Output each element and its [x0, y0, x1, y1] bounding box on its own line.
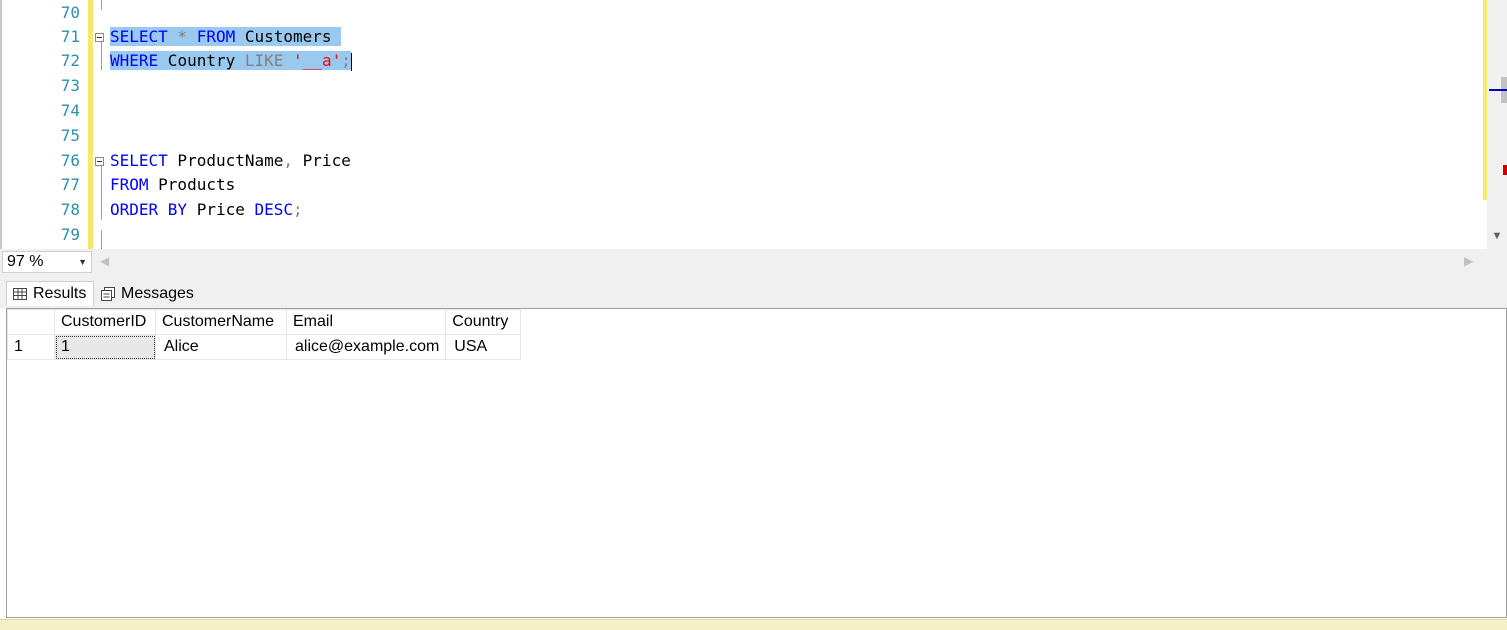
- scroll-right-icon[interactable]: ▶: [1464, 254, 1473, 268]
- vertical-scrollbar[interactable]: [1483, 0, 1507, 249]
- column-header[interactable]: CustomerName: [155, 309, 287, 335]
- cell-country[interactable]: USA: [445, 334, 522, 360]
- text-caret: [350, 52, 352, 71]
- keyword: SELECT: [110, 151, 168, 170]
- outline-line: [101, 42, 102, 70]
- code-line-78[interactable]: ORDER BY Price DESC;: [110, 199, 303, 221]
- keyword: WHERE: [110, 51, 159, 70]
- collapse-icon[interactable]: [95, 157, 104, 166]
- column-header[interactable]: CustomerID: [54, 309, 156, 335]
- keyword: FROM: [196, 27, 236, 46]
- messages-icon: [101, 287, 115, 301]
- table-row: 1 1 Alice alice@example.com USA: [7, 334, 522, 360]
- tab-results-label: Results: [33, 285, 87, 302]
- corner-cell[interactable]: [7, 309, 55, 335]
- line-number: 70: [60, 3, 80, 22]
- cell-email[interactable]: alice@example.com: [285, 334, 447, 360]
- keyword: ORDER BY: [110, 200, 188, 219]
- scrollbar-change-bar: [1483, 0, 1487, 200]
- outline-line: [101, 166, 102, 220]
- identifier: Products: [148, 175, 236, 194]
- zoom-level: 97 %: [7, 253, 44, 270]
- semicolon: ;: [341, 51, 351, 70]
- scrollbar-caret-marker: [1489, 89, 1507, 91]
- cell-customername[interactable]: Alice: [155, 334, 287, 360]
- outline-line: [101, 0, 102, 10]
- identifier: Customers: [235, 27, 332, 46]
- cell-customerid[interactable]: 1: [54, 334, 156, 360]
- line-number: 71: [60, 27, 80, 46]
- code-line-72[interactable]: WHERE Country LIKE '__a';: [110, 50, 352, 72]
- zoom-dropdown[interactable]: 97 % ▼: [2, 251, 92, 273]
- code-line-77[interactable]: FROM Products: [110, 174, 235, 196]
- column-header[interactable]: Country: [445, 309, 522, 335]
- code-line-76[interactable]: SELECT ProductName, Price: [110, 150, 351, 172]
- line-number: 79: [60, 225, 80, 244]
- column-header[interactable]: Email: [285, 309, 447, 335]
- comma: ,: [283, 151, 294, 170]
- identifier: Price: [293, 151, 351, 170]
- header-row: CustomerID CustomerName Email Country: [7, 309, 522, 335]
- tab-results[interactable]: Results: [6, 281, 94, 306]
- line-number: 75: [60, 126, 80, 145]
- identifier: Country: [158, 51, 245, 70]
- outline-line: [101, 230, 102, 249]
- identifier: ProductName: [167, 151, 284, 170]
- line-number: 73: [60, 76, 80, 95]
- line-number: 76: [60, 151, 80, 170]
- identifier: Price: [187, 200, 255, 219]
- scroll-down-icon[interactable]: ▼: [1487, 228, 1507, 244]
- row-number[interactable]: 1: [7, 334, 55, 360]
- line-number: 72: [60, 51, 80, 70]
- tab-messages-label: Messages: [121, 285, 194, 302]
- operator: LIKE: [244, 51, 284, 70]
- collapse-icon[interactable]: [95, 33, 104, 42]
- status-bar: [0, 619, 1507, 630]
- results-grid[interactable]: CustomerID CustomerName Email Country 1 …: [6, 308, 1507, 618]
- editor-status-row: 97 % ▼ ◀ ▶: [0, 249, 1507, 275]
- operator: *: [167, 27, 197, 46]
- line-number: 78: [60, 200, 80, 219]
- semicolon: ;: [293, 200, 303, 219]
- line-number: 77: [60, 175, 80, 194]
- chevron-down-icon: ▼: [78, 257, 87, 267]
- keyword: DESC: [254, 200, 294, 219]
- line-number: 74: [60, 101, 80, 120]
- line-number-gutter: 70 71 72 73 74 75 76 77 78 79: [2, 0, 88, 249]
- query-editor[interactable]: 70 71 72 73 74 75 76 77 78 79 SELECT * F…: [0, 0, 1507, 249]
- tab-messages[interactable]: Messages: [95, 282, 197, 306]
- code-line-71[interactable]: SELECT * FROM Customers: [110, 26, 342, 48]
- results-table: CustomerID CustomerName Email Country 1 …: [7, 309, 522, 360]
- grid-icon: [13, 288, 27, 300]
- string-literal: '__a': [293, 51, 342, 70]
- keyword: FROM: [110, 175, 149, 194]
- scroll-left-icon[interactable]: ◀: [100, 254, 109, 268]
- scrollbar-error-marker: [1503, 165, 1507, 175]
- change-tracking-bar: [88, 0, 93, 249]
- results-tab-strip: Results Messages: [0, 275, 1507, 308]
- keyword: SELECT: [110, 27, 168, 46]
